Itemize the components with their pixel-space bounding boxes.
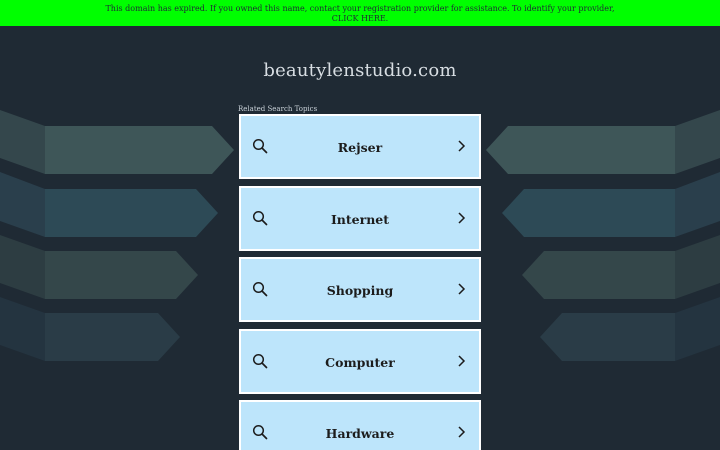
related-topics-list: Rejser Internet Shopping Computer Hardwa… xyxy=(239,114,481,450)
left-band-4-dark xyxy=(0,297,45,361)
related-search-topics-label: Related Search Topics xyxy=(238,105,318,113)
topic-button-internet[interactable]: Internet xyxy=(239,185,481,251)
topic-label: Internet xyxy=(330,211,390,227)
left-band-2 xyxy=(45,189,218,237)
left-band-3 xyxy=(45,251,198,299)
topic-label: Shopping xyxy=(326,283,394,298)
topic-button-computer[interactable]: Computer xyxy=(239,328,481,394)
banner-click-here-link[interactable]: CLICK HERE. xyxy=(0,14,720,24)
left-band-4 xyxy=(45,313,180,361)
topic-label: Computer xyxy=(325,354,395,370)
right-band-4-dark xyxy=(675,297,720,361)
topic-button-shopping[interactable]: Shopping xyxy=(239,257,481,322)
topic-button-rejser[interactable]: Rejser xyxy=(239,114,481,179)
expired-domain-banner[interactable]: This domain has expired. If you owned th… xyxy=(0,0,720,26)
topic-label: Hardware xyxy=(325,426,395,441)
right-band-1-dark xyxy=(675,110,720,174)
parked-domain-page: This domain has expired. If you owned th… xyxy=(0,0,720,450)
banner-text: This domain has expired. If you owned th… xyxy=(105,4,615,13)
chevron-right-icon xyxy=(458,211,466,224)
chevron-right-icon xyxy=(458,140,466,152)
left-band-3-dark xyxy=(0,235,45,299)
right-band-2 xyxy=(502,189,675,237)
right-band-4 xyxy=(540,313,675,361)
topic-button-hardware[interactable]: Hardware xyxy=(239,400,481,450)
chevron-right-icon xyxy=(458,354,466,367)
chevron-right-icon xyxy=(458,283,466,295)
chevron-right-icon xyxy=(458,426,466,438)
left-band-1-dark xyxy=(0,110,45,174)
left-band-1 xyxy=(45,126,234,174)
left-band-2-dark xyxy=(0,172,45,237)
right-band-1 xyxy=(486,126,675,174)
right-band-3 xyxy=(522,251,675,299)
topic-label: Rejser xyxy=(337,140,383,155)
domain-title: beautylenstudio.com xyxy=(263,60,457,81)
right-band-3-dark xyxy=(675,235,720,299)
right-band-2-dark xyxy=(675,172,720,237)
